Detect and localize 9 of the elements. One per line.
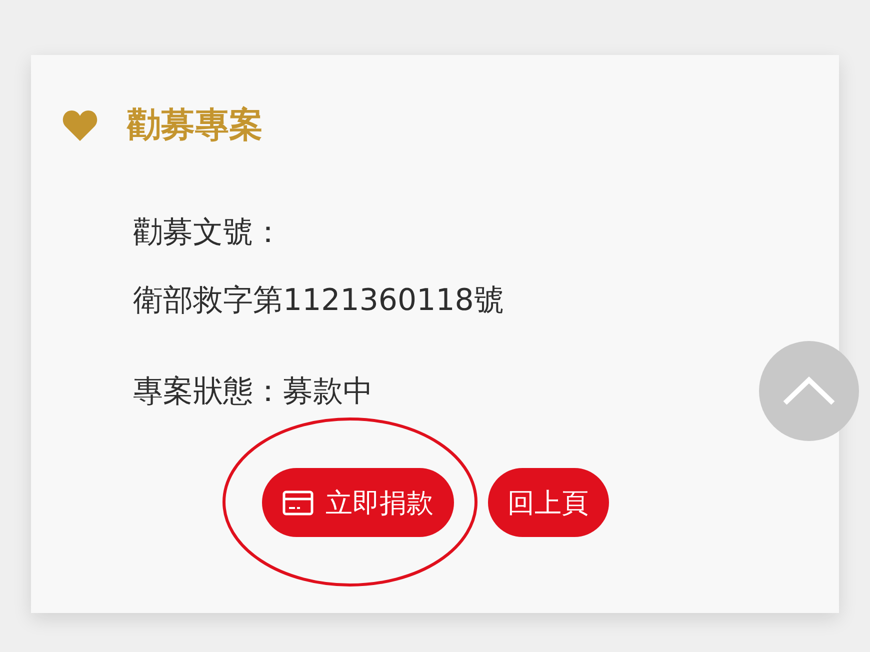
field-text: 勸募文號： xyxy=(133,215,283,251)
donate-button[interactable]: 立即捐款 xyxy=(262,468,454,537)
chevron-up-icon xyxy=(782,376,836,406)
credit-card-icon xyxy=(282,490,314,516)
heart-icon xyxy=(61,109,99,142)
back-button[interactable]: 回上頁 xyxy=(488,468,608,537)
section-title: 勸募專案 xyxy=(127,105,263,146)
field-text: 衛部救字第1121360118號 xyxy=(133,283,504,319)
field-text: 專案狀態：募款中 xyxy=(133,374,373,410)
